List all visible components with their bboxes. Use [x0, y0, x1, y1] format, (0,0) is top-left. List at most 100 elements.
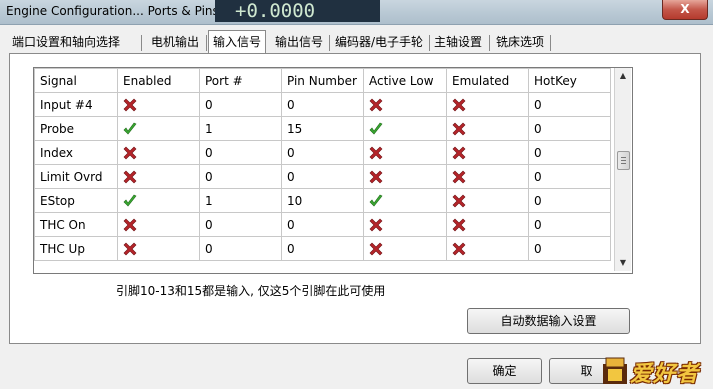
table-row[interactable]: THC On 0 0 0: [34, 212, 611, 237]
cell-hotkey[interactable]: 0: [528, 212, 611, 237]
pin-usage-note: 引脚10-13和15都是输入, 仅这5个引脚在此可使用: [116, 284, 386, 298]
signals-table-body: Input #4 0 0 0 Probe 1 15 0 Index 0 0 0 Limit Ovrd 0 0…: [34, 92, 611, 261]
scroll-up-arrow-icon[interactable]: ▲: [615, 68, 631, 84]
grip-line: [621, 160, 626, 161]
cell-active-low[interactable]: [363, 236, 447, 261]
cell-pin-number[interactable]: 0: [281, 236, 364, 261]
red-x-icon: [369, 170, 383, 184]
cell-enabled[interactable]: [117, 116, 200, 141]
cell-hotkey[interactable]: 0: [528, 236, 611, 261]
cell-emulated[interactable]: [446, 116, 529, 141]
cell-signal[interactable]: Probe: [34, 116, 118, 141]
cell-emulated[interactable]: [446, 92, 529, 117]
cell-port[interactable]: 1: [199, 188, 282, 213]
tab-divider: [489, 35, 490, 51]
header-row: Signal Enabled Port # Pin Number Active …: [34, 68, 611, 93]
logo-mascot-icon: [603, 357, 627, 384]
red-x-icon: [123, 218, 137, 232]
auto-input-setup-button[interactable]: 自动数据输入设置: [467, 308, 630, 334]
cell-signal[interactable]: Index: [34, 140, 118, 165]
cell-port[interactable]: 0: [199, 236, 282, 261]
tab-divider: [206, 35, 207, 51]
cell-signal[interactable]: EStop: [34, 188, 118, 213]
cell-active-low[interactable]: [363, 140, 447, 165]
cell-emulated[interactable]: [446, 212, 529, 237]
cell-signal[interactable]: THC Up: [34, 236, 118, 261]
cell-port[interactable]: 0: [199, 164, 282, 189]
tab-motor-outputs[interactable]: 电机输出: [151, 32, 199, 52]
cell-emulated[interactable]: [446, 140, 529, 165]
cell-active-low[interactable]: [363, 164, 447, 189]
cell-port[interactable]: 0: [199, 212, 282, 237]
tab-encoder-mpg[interactable]: 编码器/电子手轮: [335, 32, 423, 52]
cell-active-low[interactable]: [363, 188, 447, 213]
cell-signal[interactable]: THC On: [34, 212, 118, 237]
cell-hotkey[interactable]: 0: [528, 116, 611, 141]
col-header-pin-number[interactable]: Pin Number: [281, 68, 364, 93]
col-header-active-low[interactable]: Active Low: [363, 68, 447, 93]
scroll-down-arrow-icon[interactable]: ▼: [615, 255, 631, 271]
cell-hotkey[interactable]: 0: [528, 188, 611, 213]
window-title: Engine Configuration... Ports & Pins: [6, 4, 219, 18]
table-row[interactable]: Probe 1 15 0: [34, 116, 611, 141]
cell-enabled[interactable]: [117, 212, 200, 237]
col-header-signal[interactable]: Signal: [34, 68, 118, 93]
table-row[interactable]: THC Up 0 0 0: [34, 236, 611, 261]
col-header-port[interactable]: Port #: [199, 68, 282, 93]
cell-enabled[interactable]: [117, 140, 200, 165]
cell-active-low[interactable]: [363, 116, 447, 141]
cell-signal[interactable]: Input #4: [34, 92, 118, 117]
green-check-icon: [123, 122, 137, 135]
scroll-thumb[interactable]: [617, 151, 630, 170]
cell-pin-number[interactable]: 0: [281, 140, 364, 165]
cell-hotkey[interactable]: 0: [528, 140, 611, 165]
cell-enabled[interactable]: [117, 92, 200, 117]
input-signals-grid[interactable]: Signal Enabled Port # Pin Number Active …: [33, 67, 633, 274]
red-x-icon: [369, 98, 383, 112]
table-row[interactable]: Limit Ovrd 0 0 0: [34, 164, 611, 189]
cell-port[interactable]: 1: [199, 116, 282, 141]
cell-active-low[interactable]: [363, 92, 447, 117]
red-x-icon: [369, 146, 383, 160]
cell-enabled[interactable]: [117, 236, 200, 261]
col-header-enabled[interactable]: Enabled: [117, 68, 200, 93]
cell-active-low[interactable]: [363, 212, 447, 237]
cell-emulated[interactable]: [446, 164, 529, 189]
title-bar: Engine Configuration... Ports & Pins +0.…: [0, 0, 713, 25]
red-x-icon: [369, 242, 383, 256]
tab-mill-options[interactable]: 铣床选项: [496, 32, 544, 52]
cell-hotkey[interactable]: 0: [528, 164, 611, 189]
cell-pin-number[interactable]: 0: [281, 92, 364, 117]
red-x-icon: [123, 242, 137, 256]
table-row[interactable]: Input #4 0 0 0: [34, 92, 611, 117]
red-x-icon: [452, 122, 466, 136]
cell-pin-number[interactable]: 0: [281, 164, 364, 189]
close-button[interactable]: X: [662, 0, 708, 20]
cell-enabled[interactable]: [117, 188, 200, 213]
green-check-icon: [123, 194, 137, 207]
cell-pin-number[interactable]: 0: [281, 212, 364, 237]
grid-vertical-scrollbar[interactable]: ▲ ▼: [614, 68, 631, 271]
cell-hotkey[interactable]: 0: [528, 92, 611, 117]
cell-enabled[interactable]: [117, 164, 200, 189]
background-dro-readout: +0.0000: [215, 0, 380, 22]
cell-port[interactable]: 0: [199, 92, 282, 117]
tab-port-axis-setup[interactable]: 端口设置和轴向选择: [12, 32, 120, 52]
red-x-icon: [452, 194, 466, 208]
table-row[interactable]: Index 0 0 0: [34, 140, 611, 165]
cell-signal[interactable]: Limit Ovrd: [34, 164, 118, 189]
cell-pin-number[interactable]: 10: [281, 188, 364, 213]
tab-output-signals[interactable]: 输出信号: [275, 32, 323, 52]
green-check-icon: [369, 122, 383, 135]
col-header-emulated[interactable]: Emulated: [446, 68, 529, 93]
cell-emulated[interactable]: [446, 236, 529, 261]
col-header-hotkey[interactable]: HotKey: [528, 68, 611, 93]
ok-button[interactable]: 确定: [467, 358, 542, 384]
tab-input-signals[interactable]: 输入信号: [208, 30, 267, 55]
cell-pin-number[interactable]: 15: [281, 116, 364, 141]
cell-emulated[interactable]: [446, 188, 529, 213]
tab-spindle-setup[interactable]: 主轴设置: [434, 32, 482, 52]
red-x-icon: [452, 98, 466, 112]
table-row[interactable]: EStop 1 10 0: [34, 188, 611, 213]
cell-port[interactable]: 0: [199, 140, 282, 165]
